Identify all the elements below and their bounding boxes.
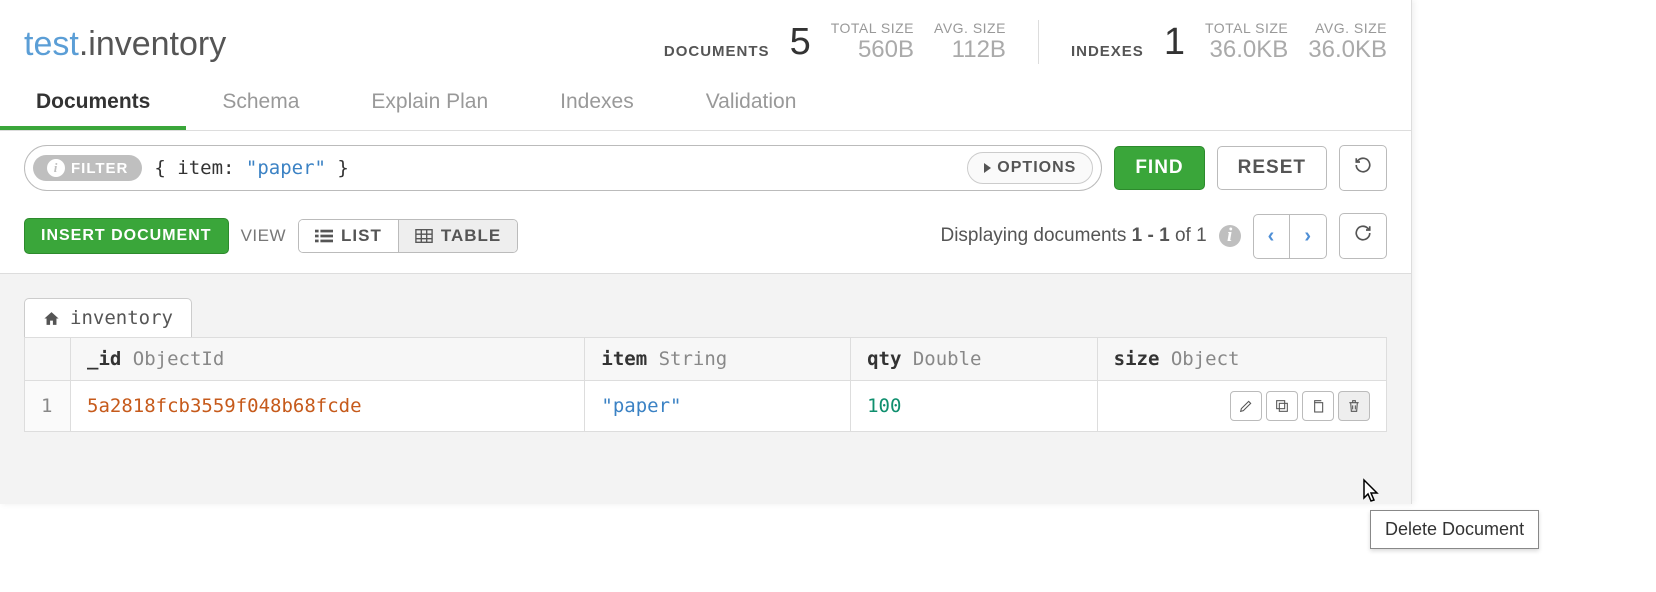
cell-id[interactable]: 5a2818fcb3559f048b68fcde — [87, 395, 362, 417]
home-icon — [43, 310, 60, 327]
chevron-right-icon: › — [1304, 225, 1312, 247]
tab-schema[interactable]: Schema — [186, 78, 335, 130]
pencil-icon — [1238, 398, 1254, 414]
docs-total-size: 560B — [831, 36, 914, 64]
delete-button[interactable] — [1338, 391, 1370, 421]
pagination-text: Displaying documents 1 - 1 of 1 — [940, 225, 1206, 247]
filter-input[interactable]: i FILTER { item: "paper" } OPTIONS — [24, 145, 1102, 191]
tooltip: Delete Document — [1370, 510, 1539, 549]
idx-total-size: 36.0KB — [1205, 36, 1288, 64]
breadcrumb[interactable]: inventory — [24, 298, 192, 337]
next-page-button[interactable]: › — [1290, 214, 1327, 259]
info-icon[interactable]: i — [1219, 225, 1241, 247]
collection-name: inventory — [88, 25, 226, 63]
clone-button[interactable] — [1266, 391, 1298, 421]
namespace-title: test.inventory — [24, 25, 226, 64]
view-toggle: LIST TABLE — [298, 219, 518, 253]
options-button[interactable]: OPTIONS — [967, 152, 1093, 184]
col-size[interactable]: size Object — [1097, 338, 1386, 381]
cell-item[interactable]: "paper" — [601, 395, 681, 417]
info-icon: i — [47, 159, 65, 177]
documents-count: 5 — [790, 21, 811, 64]
indexes-label: INDEXES — [1071, 43, 1144, 64]
prev-page-button[interactable]: ‹ — [1253, 214, 1291, 259]
reset-button[interactable]: RESET — [1217, 146, 1327, 190]
view-table-button[interactable]: TABLE — [398, 220, 517, 252]
tab-bar: Documents Schema Explain Plan Indexes Va… — [0, 78, 1411, 131]
history-icon — [1354, 156, 1372, 174]
clone-icon — [1274, 398, 1290, 414]
tab-indexes[interactable]: Indexes — [524, 78, 670, 130]
history-button[interactable] — [1339, 145, 1387, 191]
refresh-icon — [1354, 224, 1372, 242]
list-icon — [315, 228, 333, 244]
find-button[interactable]: FIND — [1114, 146, 1204, 190]
documents-table: _id ObjectId item String qty Double size… — [24, 337, 1387, 432]
docs-avg-size: 112B — [934, 36, 1006, 64]
stats-bar: DOCUMENTS 5 TOTAL SIZE 560B AVG. SIZE 11… — [664, 20, 1387, 64]
caret-right-icon — [984, 163, 991, 173]
row-number: 1 — [25, 381, 71, 432]
col-id[interactable]: _id ObjectId — [71, 338, 585, 381]
view-label: VIEW — [241, 226, 286, 246]
chevron-left-icon: ‹ — [1268, 225, 1276, 247]
filter-badge: i FILTER — [33, 155, 142, 181]
insert-document-button[interactable]: INSERT DOCUMENT — [24, 218, 229, 254]
table-row[interactable]: 1 5a2818fcb3559f048b68fcde "paper" 100 — [25, 381, 1387, 432]
copy-button[interactable] — [1302, 391, 1334, 421]
col-item[interactable]: item String — [585, 338, 851, 381]
copy-icon — [1310, 398, 1326, 414]
tab-explain-plan[interactable]: Explain Plan — [335, 78, 524, 130]
db-name: test — [24, 25, 79, 63]
indexes-count: 1 — [1164, 21, 1185, 64]
cell-qty[interactable]: 100 — [867, 395, 901, 417]
col-qty[interactable]: qty Double — [851, 338, 1098, 381]
edit-button[interactable] — [1230, 391, 1262, 421]
row-actions — [1114, 391, 1370, 421]
refresh-button[interactable] — [1339, 213, 1387, 259]
documents-label: DOCUMENTS — [664, 43, 770, 64]
idx-avg-size: 36.0KB — [1308, 36, 1387, 64]
tab-documents[interactable]: Documents — [0, 78, 186, 130]
filter-query[interactable]: { item: "paper" } — [154, 157, 955, 179]
view-list-button[interactable]: LIST — [299, 220, 398, 252]
table-icon — [415, 228, 433, 244]
trash-icon — [1346, 398, 1362, 414]
tab-validation[interactable]: Validation — [670, 78, 833, 130]
